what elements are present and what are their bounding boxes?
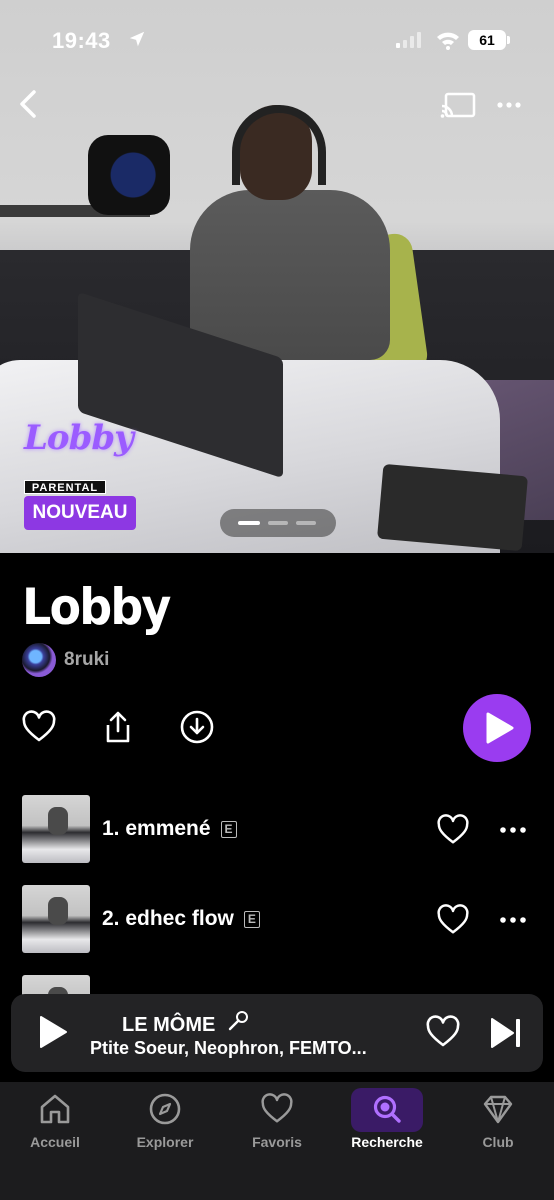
album-cover-hero: 19:43 61 Lobby PARENTAL NOUVEAU <box>0 0 554 553</box>
microphone-icon <box>228 1011 248 1031</box>
back-chevron-icon[interactable] <box>14 86 44 122</box>
tab-label: Explorer <box>136 1134 194 1150</box>
pager-dot[interactable] <box>296 521 316 525</box>
skip-next-icon[interactable] <box>489 1016 523 1050</box>
cover-headphones <box>232 105 326 185</box>
tab-favoris[interactable]: Favoris <box>227 1092 327 1172</box>
track-row[interactable]: 2. edhec flow E <box>0 885 554 955</box>
pager-dot-active[interactable] <box>238 521 260 525</box>
heart-icon <box>261 1093 293 1123</box>
tab-recherche[interactable]: Recherche <box>337 1088 437 1172</box>
artist-link[interactable]: 8ruki <box>22 643 109 677</box>
tab-club[interactable]: Club <box>448 1092 548 1172</box>
download-icon[interactable] <box>179 709 215 745</box>
cover-logo: Lobby <box>24 418 134 458</box>
tab-label: Accueil <box>30 1134 80 1150</box>
now-playing-artists[interactable]: Ptite Soeur, Neophron, FEMTO... <box>90 1038 367 1059</box>
tab-label: Recherche <box>351 1134 423 1150</box>
battery-tip <box>507 36 510 44</box>
track-row[interactable]: 1. emmené E <box>0 795 554 865</box>
wifi-icon <box>437 32 459 50</box>
heart-icon[interactable] <box>21 709 57 745</box>
diamond-icon <box>483 1095 513 1124</box>
track-title-text[interactable]: 2. edhec flow <box>102 907 234 930</box>
cover-speaker <box>88 135 170 215</box>
track-title[interactable]: 1. emmené E <box>102 817 237 841</box>
tab-bar: Accueil Explorer Favoris Recherche Club <box>0 1082 554 1200</box>
compass-icon <box>149 1093 181 1125</box>
battery-level: 61 <box>468 30 506 50</box>
explicit-badge: E <box>220 821 237 838</box>
home-icon <box>40 1094 70 1124</box>
cellular-signal-icon <box>396 32 421 48</box>
cover-pager[interactable] <box>220 509 336 537</box>
play-album-button[interactable] <box>463 694 531 762</box>
status-bar: 19:43 61 <box>0 0 554 82</box>
new-badge: NOUVEAU <box>24 496 136 530</box>
tab-label: Club <box>482 1134 514 1150</box>
cover-person <box>190 190 390 360</box>
track-title-text[interactable]: 1. emmené <box>102 817 211 840</box>
search-icon <box>373 1095 401 1123</box>
heart-icon[interactable] <box>425 1014 461 1050</box>
more-options-icon[interactable] <box>498 818 528 842</box>
tab-explorer[interactable]: Explorer <box>115 1092 215 1172</box>
more-options-icon[interactable] <box>498 908 528 932</box>
track-thumbnail <box>22 795 90 863</box>
explicit-badge: E <box>243 911 260 928</box>
heart-icon[interactable] <box>436 813 470 847</box>
status-time: 19:43 <box>52 28 111 53</box>
now-playing-title-text[interactable]: LE MÔME <box>122 1014 215 1036</box>
play-icon[interactable] <box>463 694 531 762</box>
tab-accueil[interactable]: Accueil <box>5 1092 105 1172</box>
heart-icon[interactable] <box>436 903 470 937</box>
cover-mixer <box>377 463 528 552</box>
more-options-icon[interactable] <box>496 92 522 118</box>
parental-advisory-label: PARENTAL <box>24 480 106 494</box>
now-playing-title[interactable]: LE MÔME <box>122 1010 249 1037</box>
cast-icon[interactable] <box>440 92 476 120</box>
track-thumbnail <box>22 885 90 953</box>
artist-avatar[interactable] <box>22 643 56 677</box>
share-icon[interactable] <box>100 709 136 745</box>
track-title[interactable]: 2. edhec flow E <box>102 907 260 931</box>
location-arrow-icon <box>129 31 145 47</box>
mini-player[interactable]: LE MÔME Ptite Soeur, Neophron, FEMTO... <box>11 994 543 1072</box>
play-icon[interactable] <box>37 1014 69 1050</box>
tab-label: Favoris <box>252 1134 302 1150</box>
album-title: Lobby <box>22 578 171 636</box>
pager-dot[interactable] <box>268 521 288 525</box>
artist-name[interactable]: 8ruki <box>64 649 109 671</box>
